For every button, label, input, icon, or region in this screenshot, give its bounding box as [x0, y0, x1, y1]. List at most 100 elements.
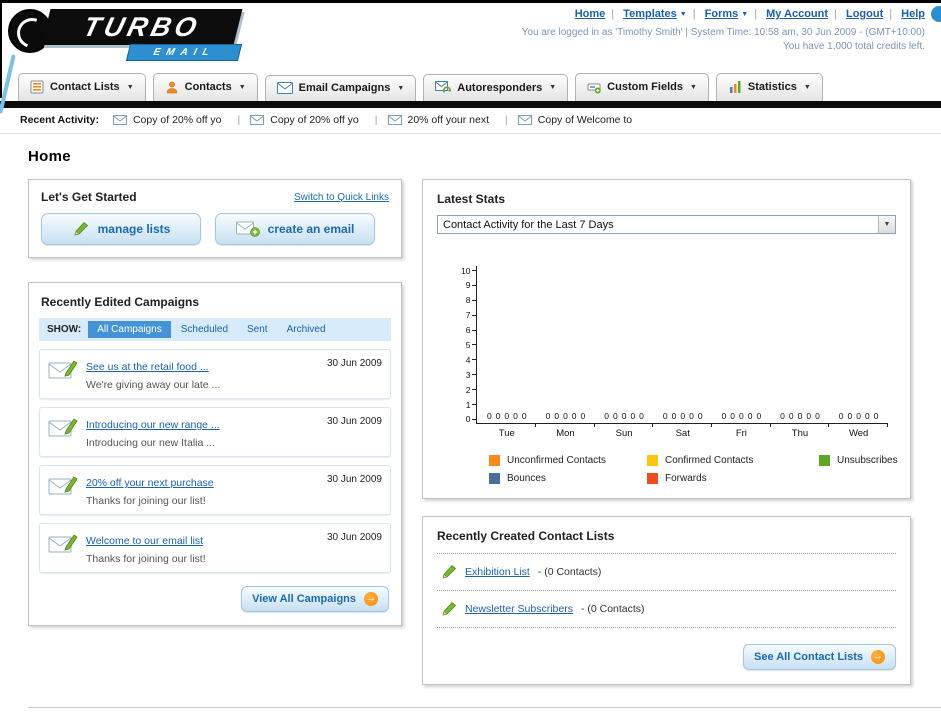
envelope-icon	[517, 115, 532, 125]
campaign-title-link[interactable]: 20% off your next purchase	[86, 477, 214, 489]
show-label: SHOW:	[47, 324, 82, 335]
get-started-title: Let's Get Started	[41, 190, 137, 204]
envelope-pencil-icon	[48, 476, 78, 495]
legend-label: Forwards	[665, 473, 707, 484]
campaign-row: 20% off your next purchase Thanks for jo…	[39, 465, 391, 515]
legend-label: Bounces	[507, 473, 546, 484]
login-status: You are logged in as 'Timothy Smith' | S…	[521, 27, 925, 38]
link-my-account[interactable]: My Account	[766, 8, 828, 20]
legend-swatch-confirmed	[647, 455, 658, 466]
campaign-row: Welcome to our email list Thanks for joi…	[39, 523, 391, 573]
tab-autoresponders[interactable]: Autoresponders ▼	[423, 74, 569, 101]
legend-label: Unsubscribes	[837, 455, 898, 466]
manage-lists-button[interactable]: manage lists	[41, 213, 201, 245]
contact-lists-icon	[30, 80, 44, 94]
legend-swatch-bounces	[489, 473, 500, 484]
recent-activity-item[interactable]: Copy of Welcome to	[517, 114, 632, 126]
contact-list-link[interactable]: Exhibition List	[465, 566, 530, 578]
contact-list-count: - (0 Contacts)	[537, 566, 602, 578]
link-home[interactable]: Home	[575, 8, 606, 20]
envelope-pencil-icon	[48, 418, 78, 437]
contacts-icon	[166, 81, 177, 94]
envelope-icon	[387, 115, 402, 125]
legend-label: Confirmed Contacts	[665, 455, 754, 466]
filter-scheduled[interactable]: Scheduled	[172, 321, 237, 338]
contact-list-link[interactable]: Newsletter Subscribers	[465, 603, 573, 615]
campaign-date: 30 Jun 2009	[326, 532, 382, 543]
link-logout[interactable]: Logout	[846, 8, 883, 20]
link-forms[interactable]: Forms	[705, 8, 739, 20]
legend-item: Bounces	[489, 473, 647, 484]
credits-note: You have 1,000 total credits left.	[783, 41, 925, 52]
campaign-date: 30 Jun 2009	[326, 416, 382, 427]
tab-contacts[interactable]: Contacts ▼	[152, 73, 258, 101]
tab-email-campaigns[interactable]: Email Campaigns ▼	[264, 75, 417, 101]
chevron-down-icon: ▼	[689, 83, 697, 91]
see-all-contact-lists-label: See All Contact Lists	[753, 651, 863, 663]
recent-campaigns-panel: Recently Edited Campaigns SHOW: All Camp…	[28, 282, 402, 626]
logo-subtitle: EMAIL	[152, 47, 216, 58]
main-nav: Contact Lists ▼ Contacts ▼ Email Campaig…	[0, 68, 941, 108]
page-footer-divider	[28, 707, 941, 727]
legend-label: Unconfirmed Contacts	[507, 455, 606, 466]
tab-contact-lists[interactable]: Contact Lists ▼	[18, 73, 146, 101]
manage-lists-label: manage lists	[97, 222, 171, 236]
envelope-icon	[250, 115, 265, 125]
select-arrow-glyph: ▼	[883, 221, 891, 228]
envelope-plus-icon	[235, 221, 260, 237]
recent-activity-item[interactable]: Copy of 20% off yo	[112, 114, 250, 126]
campaign-date: 30 Jun 2009	[326, 358, 382, 369]
chart-plot: 00000000000000000000000000000000000	[476, 266, 888, 424]
tab-custom-fields[interactable]: Custom Fields ▼	[575, 73, 709, 101]
tab-label: Contacts	[184, 81, 232, 93]
header: TURBO EMAIL Home Templates▼ Forms▼ My Ac…	[0, 3, 941, 67]
see-all-contact-lists-button[interactable]: See All Contact Lists →	[742, 644, 896, 670]
email-campaigns-icon	[276, 82, 293, 94]
chevron-down-icon: ▼	[803, 83, 811, 91]
chevron-down-icon: ▼	[397, 84, 405, 92]
turbo-email-logo: TURBO EMAIL	[8, 7, 288, 65]
filter-archived[interactable]: Archived	[278, 321, 335, 338]
chart-legend: Unconfirmed Contacts Confirmed Contacts …	[489, 455, 898, 484]
view-all-campaigns-label: View All Campaigns	[252, 593, 356, 605]
pencil-icon	[74, 221, 88, 236]
legend-item: Forwards	[647, 473, 819, 484]
recent-activity-item[interactable]: Copy of 20% off yo	[250, 114, 387, 126]
tab-label: Contact Lists	[50, 81, 120, 93]
envelope-icon	[112, 115, 127, 125]
arrow-right-icon: →	[364, 592, 378, 606]
link-help[interactable]: Help	[901, 8, 925, 20]
tab-statistics[interactable]: Statistics ▼	[715, 73, 823, 101]
filter-all-campaigns[interactable]: All Campaigns	[88, 321, 171, 338]
campaign-title-link[interactable]: See us at the retail food ...	[86, 361, 209, 373]
tab-label: Autoresponders	[457, 81, 543, 94]
recent-activity-item[interactable]: 20% off your next	[387, 114, 518, 126]
page-title: Home	[28, 148, 71, 165]
pencil-icon	[442, 601, 457, 616]
chevron-down-icon: ▼	[238, 83, 246, 91]
latest-stats-title: Latest Stats	[437, 192, 506, 206]
stats-period-select[interactable]: Contact Activity for the Last 7 Days ▼	[437, 215, 896, 234]
legend-item: Unconfirmed Contacts	[489, 455, 647, 466]
link-templates[interactable]: Templates	[623, 8, 677, 20]
recent-contact-lists-panel: Recently Created Contact Lists Exhibitio…	[422, 516, 911, 685]
custom-fields-icon	[587, 83, 601, 94]
legend-item: Unsubscribes	[819, 455, 898, 466]
recent-campaigns-title: Recently Edited Campaigns	[41, 295, 200, 309]
contact-list-row: Newsletter Subscribers - (0 Contacts)	[437, 591, 896, 628]
get-started-panel: Let's Get Started Switch to Quick Links …	[28, 179, 402, 258]
switch-quick-links-link[interactable]: Switch to Quick Links	[294, 192, 389, 203]
recent-activity-text: Copy of 20% off yo	[132, 114, 222, 126]
campaign-subtitle: Introducing our new Italia ...	[86, 437, 215, 449]
campaign-date: 30 Jun 2009	[326, 474, 382, 485]
contact-list-row: Exhibition List - (0 Contacts)	[437, 554, 896, 591]
campaign-subtitle: Thanks for joining our list!	[86, 495, 206, 507]
logo-band: TURBO	[41, 9, 243, 45]
view-all-campaigns-button[interactable]: View All Campaigns →	[241, 586, 389, 612]
filter-sent[interactable]: Sent	[238, 321, 277, 338]
create-email-button[interactable]: create an email	[215, 213, 375, 245]
campaign-title-link[interactable]: Welcome to our email list	[86, 535, 203, 547]
envelope-pencil-icon	[48, 360, 78, 379]
campaign-title-link[interactable]: Introducing our new range ...	[86, 419, 220, 431]
create-email-label: create an email	[267, 222, 355, 236]
